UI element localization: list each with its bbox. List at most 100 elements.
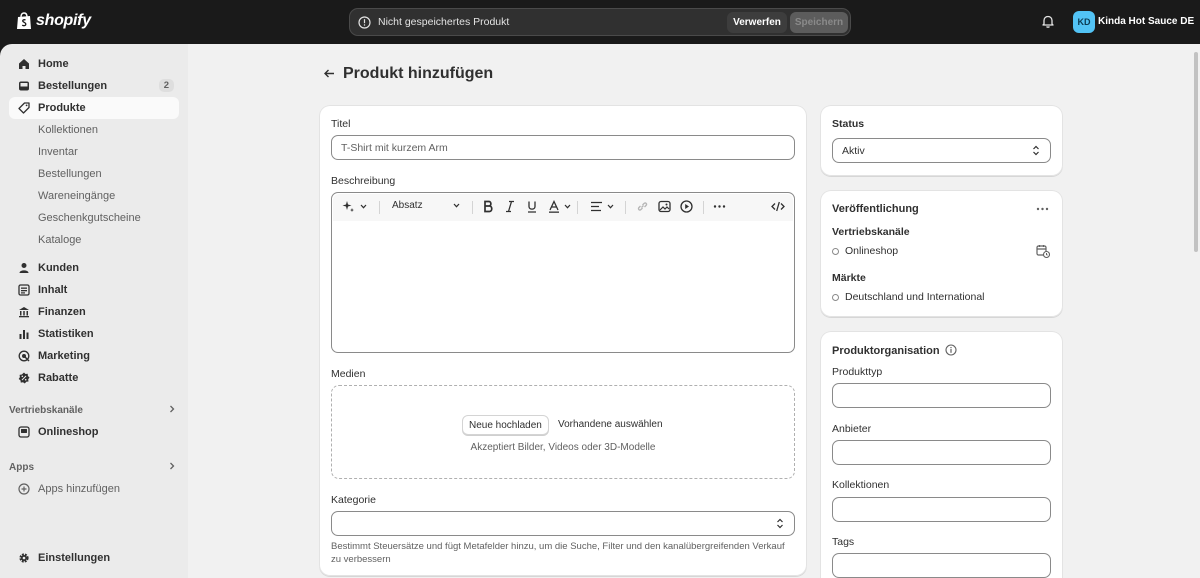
sidebar-subitem-collections[interactable]: Kollektionen xyxy=(38,120,98,140)
product-type-input[interactable] xyxy=(832,383,1051,408)
chevron-down-icon xyxy=(453,203,460,208)
inbox-icon xyxy=(19,81,29,91)
sidebar-item-label: Finanzen xyxy=(38,306,86,318)
unsaved-changes-bar: Nicht gespeichertes Produkt Verwerfen Sp… xyxy=(349,8,851,36)
ai-magic-button[interactable] xyxy=(342,200,368,213)
paragraph-style-select[interactable]: Absatz xyxy=(392,200,462,211)
link-button[interactable] xyxy=(636,200,649,213)
more-horizontal-icon[interactable] xyxy=(1036,206,1049,212)
discard-button[interactable]: Verwerfen xyxy=(727,12,787,33)
sidebar-subitem-inventory[interactable]: Inventar xyxy=(38,142,78,162)
sidebar-item-label: Onlineshop xyxy=(38,426,99,438)
collections-input[interactable] xyxy=(832,497,1051,522)
sidebar-item-products[interactable]: Produkte xyxy=(9,97,179,119)
bell-icon[interactable] xyxy=(1041,14,1055,29)
bold-button[interactable] xyxy=(482,200,494,213)
store-name[interactable]: Kinda Hot Sauce DE xyxy=(1098,16,1194,27)
sidebar-item-online-store[interactable]: Onlineshop xyxy=(9,421,179,443)
avatar[interactable]: KD xyxy=(1073,11,1095,33)
upload-new-button[interactable]: Neue hochladen xyxy=(462,415,549,435)
sidebar-item-settings[interactable]: Einstellungen xyxy=(9,547,179,569)
sidebar-item-label: Inhalt xyxy=(38,284,68,296)
sidebar-item-analytics[interactable]: Statistiken xyxy=(9,323,179,345)
brand-name: shopify xyxy=(36,12,91,29)
sidebar-item-customers[interactable]: Kunden xyxy=(9,257,179,279)
channel-name: Onlineshop xyxy=(845,245,899,257)
vendor-input[interactable] xyxy=(832,440,1051,465)
publishing-title: Veröffentlichung xyxy=(832,203,919,215)
align-left-icon xyxy=(591,201,602,212)
html-source-button[interactable] xyxy=(771,200,785,213)
chevron-down-icon xyxy=(564,204,571,209)
italic-button[interactable] xyxy=(504,200,516,213)
sales-channels-section[interactable]: Vertriebskanäle xyxy=(9,401,179,419)
select-arrows-icon xyxy=(777,518,783,529)
target-icon xyxy=(18,350,30,362)
gear-icon xyxy=(19,553,29,563)
category-select[interactable] xyxy=(331,511,795,536)
vendor-label: Anbieter xyxy=(832,423,872,435)
info-icon[interactable] xyxy=(945,344,957,356)
underline-icon xyxy=(528,201,536,213)
toolbar-divider xyxy=(703,201,704,214)
markets-label: Märkte xyxy=(832,272,866,284)
person-icon xyxy=(19,263,29,273)
product-type-label: Produkttyp xyxy=(832,366,883,378)
rich-text-toolbar: Absatz xyxy=(333,194,793,221)
discount-icon xyxy=(18,372,30,384)
more-options-button[interactable] xyxy=(713,200,726,213)
tag-icon xyxy=(18,102,30,114)
sidebar-subitem-purchase-orders[interactable]: Bestellungen xyxy=(38,164,102,184)
top-bar: shopify Nicht gespeichertes Produkt Verw… xyxy=(0,0,1200,44)
shopify-logo[interactable]: shopify xyxy=(16,12,91,30)
align-button[interactable] xyxy=(590,200,615,213)
home-icon xyxy=(19,59,29,69)
select-arrows-icon xyxy=(1033,145,1039,156)
channel-status-dot xyxy=(832,248,839,255)
sidebar-subitem-catalogs[interactable]: Kataloge xyxy=(38,230,81,250)
image-icon xyxy=(658,200,671,213)
sidebar-item-add-apps[interactable]: Apps hinzufügen xyxy=(9,478,179,500)
apps-section[interactable]: Apps xyxy=(9,458,179,476)
bank-icon xyxy=(19,307,29,318)
title-input[interactable] xyxy=(331,135,795,160)
sidebar-item-home[interactable]: Home xyxy=(9,53,179,75)
schedule-calendar-icon[interactable] xyxy=(1036,244,1050,258)
select-existing-button[interactable]: Vorhandene auswählen xyxy=(558,419,663,430)
toolbar-divider xyxy=(625,201,626,214)
sidebar-item-marketing[interactable]: Marketing xyxy=(9,345,179,367)
storefront-icon xyxy=(18,426,30,438)
insert-image-button[interactable] xyxy=(658,200,671,213)
sidebar-subitem-transfers[interactable]: Wareneingänge xyxy=(38,186,115,206)
save-button[interactable]: Speichern xyxy=(790,12,848,33)
toolbar-divider xyxy=(577,201,578,214)
paragraph-style-value: Absatz xyxy=(392,200,423,211)
status-select[interactable]: Aktiv xyxy=(832,138,1051,163)
sidebar-item-content[interactable]: Inhalt xyxy=(9,279,179,301)
sidebar-item-orders[interactable]: Bestellungen 2 xyxy=(9,75,179,97)
sidebar-subitem-gift-cards[interactable]: Geschenkgutscheine xyxy=(38,208,141,228)
tags-input[interactable] xyxy=(832,553,1051,578)
toolbar-divider xyxy=(379,201,380,214)
insert-video-button[interactable] xyxy=(680,200,693,213)
sidebar-item-discounts[interactable]: Rabatte xyxy=(9,367,179,389)
chevron-down-icon xyxy=(360,204,367,209)
title-label: Titel xyxy=(331,118,351,130)
text-color-button[interactable] xyxy=(548,200,572,213)
toolbar-divider xyxy=(472,201,473,214)
back-arrow-icon[interactable] xyxy=(323,67,336,80)
sparkle-icon xyxy=(342,201,354,212)
status-value: Aktiv xyxy=(842,145,865,157)
sidebar-item-finance[interactable]: Finanzen xyxy=(9,301,179,323)
tags-label: Tags xyxy=(832,536,855,548)
content-icon xyxy=(18,284,30,296)
scrollbar[interactable] xyxy=(1194,52,1198,252)
description-editor[interactable]: Absatz xyxy=(331,192,795,353)
market-status-dot xyxy=(832,294,839,301)
status-label: Status xyxy=(832,118,865,130)
chevron-right-icon xyxy=(170,405,175,413)
shopify-bag-icon xyxy=(17,12,31,29)
underline-button[interactable] xyxy=(526,200,538,213)
media-dropzone[interactable]: Neue hochladen Vorhandene auswählen Akze… xyxy=(331,385,795,479)
text-color-icon xyxy=(549,200,559,213)
